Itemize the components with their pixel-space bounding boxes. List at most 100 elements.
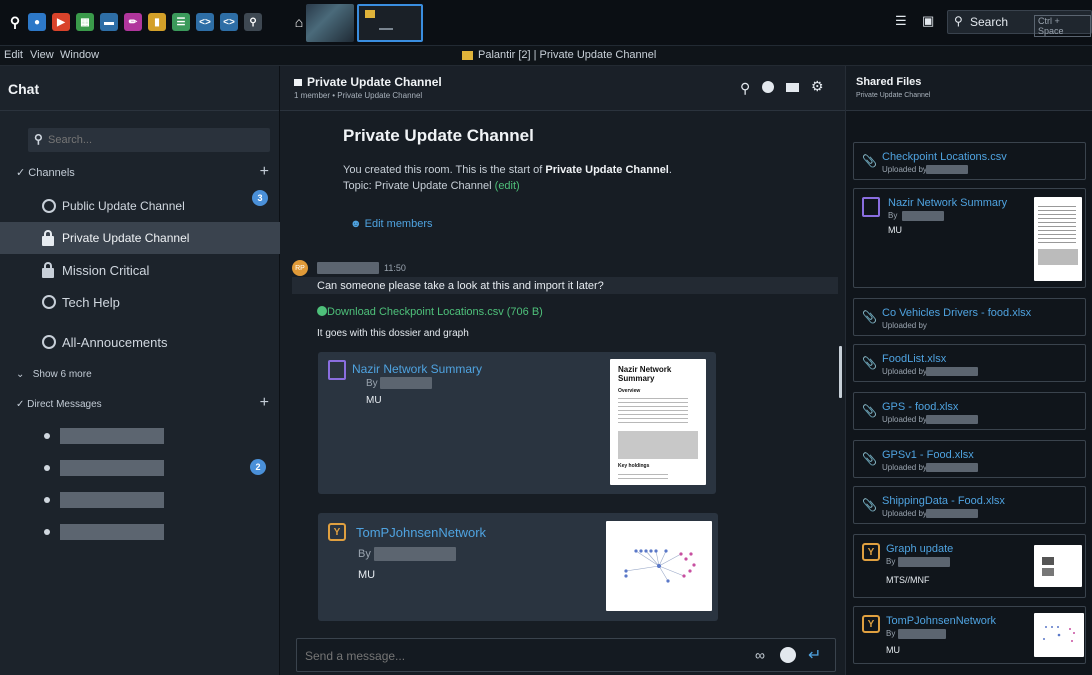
- redacted-uploader: [926, 463, 978, 472]
- edit-topic-link[interactable]: (edit): [495, 180, 520, 192]
- document-icon: [328, 360, 346, 380]
- menu-edit[interactable]: Edit: [4, 49, 23, 61]
- menu-window[interactable]: Window: [60, 49, 99, 61]
- message-text-2: It goes with this dossier and graph: [317, 328, 469, 339]
- shared-file-item[interactable]: 📎 GPSv1 - Food.xlsx Uploaded by: [853, 440, 1086, 478]
- folder-icon[interactable]: [786, 83, 799, 92]
- dossier-preview: Nazir Network Summary Overview Key holdi…: [610, 359, 706, 485]
- add-dm-button[interactable]: +: [260, 394, 269, 412]
- file-by: By: [886, 557, 896, 566]
- sidebar-item-all-annoucements[interactable]: All-Annoucements: [0, 326, 280, 358]
- preview-text-lines: [618, 395, 688, 425]
- shared-file-item[interactable]: 📎 Co Vehicles Drivers - food.xlsx Upload…: [853, 298, 1086, 336]
- sidebar-search[interactable]: ⚲: [28, 128, 270, 152]
- dm-item[interactable]: [44, 492, 169, 508]
- message-input[interactable]: [305, 647, 685, 665]
- search-icon: ⚲: [34, 132, 43, 146]
- sidebar-item-public-update-channel[interactable]: Public Update Channel 3: [0, 190, 280, 222]
- search-icon[interactable]: ⚲: [740, 80, 750, 97]
- gear-icon[interactable]: ⚙: [811, 78, 824, 95]
- search-shortcut: Ctrl + Space: [1034, 15, 1091, 37]
- chat-app-icon[interactable]: ▮: [148, 13, 166, 31]
- menu-view[interactable]: View: [30, 49, 54, 61]
- sidebar-item-private-update-channel[interactable]: Private Update Channel: [0, 222, 280, 254]
- inbox-icon[interactable]: ▣: [922, 13, 934, 29]
- globe-app-icon[interactable]: ●: [28, 13, 46, 31]
- lock-shackle: [44, 230, 52, 238]
- shared-file-item[interactable]: 📎 GPS - food.xlsx Uploaded by: [853, 392, 1086, 430]
- redacted-name: [60, 460, 164, 476]
- shared-file-item[interactable]: 📎 ShippingData - Food.xlsx Uploaded by: [853, 486, 1086, 524]
- message-composer[interactable]: ∞ ↵: [296, 638, 836, 672]
- channel-label: Private Update Channel: [62, 231, 190, 245]
- global-search[interactable]: ⚲ Search Ctrl + Space: [947, 10, 1092, 37]
- direct-messages-toggle[interactable]: ✓ Direct Messages: [16, 399, 102, 410]
- dm-item[interactable]: [44, 428, 169, 444]
- shared-file-item[interactable]: 📎 FoodList.xlsx Uploaded by: [853, 344, 1086, 382]
- edit-members-label: Edit members: [364, 218, 433, 230]
- send-icon[interactable]: ↵: [808, 645, 821, 665]
- shared-dossier-item[interactable]: Nazir Network Summary By MU: [853, 188, 1086, 288]
- graph-attachment-card[interactable]: Y TomPJohnsenNetwork By MU: [318, 513, 718, 621]
- list-view-icon[interactable]: ☰: [895, 13, 907, 29]
- redacted-uploader: [926, 415, 978, 424]
- code-app-icon[interactable]: <>: [196, 13, 214, 31]
- redacted-owner: [898, 629, 946, 639]
- edit-members-button[interactable]: ☻ Edit members: [350, 218, 433, 230]
- paperclip-icon: 📎: [862, 154, 877, 168]
- dossier-attachment-card[interactable]: Nazir Network Summary By MU Nazir Networ…: [318, 352, 716, 494]
- shared-file-item[interactable]: 📎 Checkpoint Locations.csv Uploaded by: [853, 142, 1086, 180]
- message-time: 11:50: [384, 263, 406, 273]
- list-app-icon[interactable]: ☰: [172, 13, 190, 31]
- window-thumbnail-chat[interactable]: [357, 4, 423, 42]
- attach-icon[interactable]: ∞: [755, 647, 765, 663]
- channels-toggle[interactable]: ✓ Channels: [16, 166, 75, 179]
- presence-dot: [44, 497, 50, 503]
- search-doc-app-icon[interactable]: ⚲: [244, 13, 262, 31]
- message-avatar[interactable]: RP: [292, 260, 308, 276]
- graph-app-icon[interactable]: ▬: [100, 13, 118, 31]
- file-classification: MU: [888, 225, 902, 235]
- dm-item[interactable]: [44, 460, 169, 476]
- show-more-toggle[interactable]: ⌄ Show 6 more: [16, 369, 92, 380]
- redacted-author: [317, 262, 379, 274]
- file-name: Co Vehicles Drivers - food.xlsx: [882, 307, 1032, 319]
- attachment-classification: MU: [366, 395, 382, 406]
- show-more-label: Show 6 more: [32, 369, 92, 380]
- add-channel-button[interactable]: +: [260, 163, 269, 181]
- file-by: By: [886, 629, 896, 638]
- paperclip-icon: 📎: [862, 404, 877, 418]
- channel-title: Private Update Channel: [307, 75, 442, 89]
- pen-app-icon[interactable]: ✏: [124, 13, 142, 31]
- thumbnail-image-placeholder: [1038, 249, 1078, 265]
- palantir-logo-icon[interactable]: ⚲: [6, 13, 24, 31]
- shared-graph-item[interactable]: Y TomPJohnsenNetwork By MU: [853, 606, 1086, 664]
- sidebar-item-tech-help[interactable]: Tech Help: [0, 286, 280, 318]
- window-title-icon: [462, 51, 473, 60]
- code2-app-icon[interactable]: <>: [220, 13, 238, 31]
- attachment-title: TomPJohnsenNetwork: [356, 525, 487, 540]
- download-link[interactable]: Download Checkpoint Locations.csv (706 B…: [317, 306, 543, 318]
- graph-preview: [606, 521, 712, 611]
- channel-scrollbar[interactable]: [839, 346, 842, 398]
- window-thumbnail-map[interactable]: [306, 4, 354, 42]
- sidebar-item-mission-critical[interactable]: Mission Critical: [0, 254, 280, 286]
- preview-key-holdings: Key holdings: [618, 463, 650, 469]
- info-icon[interactable]: [762, 81, 774, 93]
- sidebar-search-input[interactable]: [48, 131, 258, 149]
- play-app-icon[interactable]: ▶: [52, 13, 70, 31]
- lock-shackle: [44, 262, 52, 270]
- channel-label: Tech Help: [62, 294, 120, 310]
- shared-graph-update-item[interactable]: Y Graph update By MTS//MNF: [853, 534, 1086, 598]
- avatar-initials: RP: [295, 264, 305, 272]
- redacted-uploader: [926, 165, 968, 174]
- attachment-classification: MU: [358, 569, 376, 581]
- direct-messages-header: Direct Messages: [27, 399, 102, 410]
- dm-item[interactable]: [44, 524, 169, 540]
- file-by: By: [888, 211, 898, 220]
- download-icon: [317, 306, 327, 316]
- table-app-icon[interactable]: ▦: [76, 13, 94, 31]
- emoji-icon[interactable]: [780, 647, 796, 663]
- menu-bar: Edit View Window Palantir [2] | Private …: [0, 46, 1092, 66]
- uploaded-by: Uploaded by: [882, 463, 927, 472]
